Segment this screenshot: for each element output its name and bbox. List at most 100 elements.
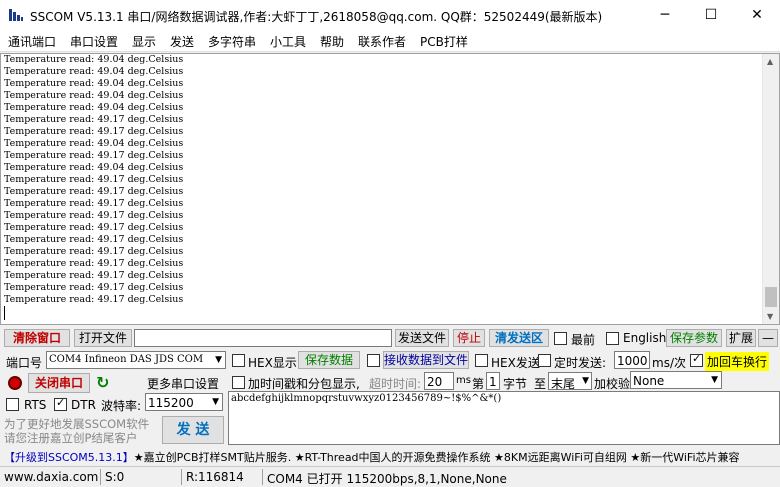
byte-unit: 字节 (503, 377, 528, 391)
clear-window-button[interactable]: 清除窗口 (4, 329, 70, 347)
add-crlf-checkbox[interactable] (690, 352, 703, 367)
collapse-button[interactable]: — (758, 329, 778, 347)
tail-select[interactable]: 末尾 ▼ (548, 372, 592, 391)
port-select[interactable]: COM4 Infineon DAS JDS COM ▼ (46, 351, 226, 369)
byte-index-input[interactable]: 1 (486, 372, 500, 390)
baud-label: 波特率: (101, 399, 142, 413)
receive-output[interactable]: Temperature read: 49.04 deg.Celsius Tempe… (0, 53, 780, 325)
expand-button[interactable]: 扩展 (726, 329, 756, 347)
timed-send-label: 定时发送: (554, 356, 607, 370)
window-title: SSCOM V5.13.1 串口/网络数据调试器,作者:大虾丁丁,2618058… (30, 10, 603, 24)
recv-to-file-button[interactable]: 接收数据到文件 (383, 351, 469, 369)
promo-line-2: 请您注册嘉立创P结尾客户 (4, 431, 138, 445)
maximize-button[interactable]: ☐ (688, 0, 734, 30)
log-line: Temperature read: 49.17 deg.Celsius (4, 198, 184, 209)
app-icon (9, 9, 23, 21)
status-bar: www.daxia.com S:0 R:116814 COM4 已打开 1152… (0, 466, 780, 487)
log-line: Temperature read: 49.17 deg.Celsius (4, 246, 184, 257)
chevron-down-icon[interactable]: ▼ (215, 355, 222, 365)
open-file-button[interactable]: 打开文件 (74, 329, 132, 347)
log-line: Temperature read: 49.04 deg.Celsius (4, 90, 184, 101)
dtr-checkbox[interactable] (54, 396, 67, 411)
close-port-button[interactable]: 关闭串口 (28, 373, 90, 393)
english-label: English (623, 331, 667, 345)
menu-contact-author[interactable]: 联系作者 (358, 33, 406, 50)
menu-tools[interactable]: 小工具 (270, 33, 306, 50)
save-data-button[interactable]: 保存数据 (298, 351, 360, 369)
timestamp-checkbox[interactable] (232, 376, 245, 389)
log-line: Temperature read: 49.17 deg.Celsius (4, 174, 184, 185)
more-settings-link[interactable]: 更多串口设置 (147, 375, 219, 392)
menu-serial-settings[interactable]: 串口设置 (70, 33, 118, 50)
nth-label: 第 (472, 377, 485, 391)
log-line: Temperature read: 49.04 deg.Celsius (4, 54, 184, 65)
scroll-thumb[interactable] (765, 287, 777, 307)
timeout-value: 20 (427, 375, 443, 389)
refresh-icon[interactable]: ↻ (96, 373, 109, 392)
send-text-value: abcdefghijklmnopqrstuvwxyz0123456789~!$%… (231, 393, 502, 404)
rts-checkbox[interactable] (6, 398, 19, 411)
baud-select[interactable]: 115200 ▼ (145, 393, 223, 411)
send-file-button[interactable]: 发送文件 (395, 329, 449, 347)
ticker-text[interactable]: 【升级到SSCOM5.13.1】★嘉立创PCB打样SMT贴片服务. ★RT-Th… (4, 449, 740, 465)
port-label: 端口号 (6, 356, 43, 370)
output-scrollbar[interactable]: ▲ ▼ (762, 54, 779, 324)
chevron-down-icon[interactable]: ▼ (212, 397, 219, 407)
stop-button[interactable]: 停止 (453, 329, 485, 347)
baud-select-value: 115200 (148, 396, 194, 410)
file-path-input[interactable] (134, 329, 392, 347)
save-params-button[interactable]: 保存参数 (666, 329, 722, 347)
menu-display[interactable]: 显示 (132, 33, 156, 50)
add-crlf-label[interactable]: 加回车换行 (705, 352, 770, 371)
log-line: Temperature read: 49.17 deg.Celsius (4, 150, 184, 161)
timed-send-checkbox[interactable] (538, 354, 551, 367)
recv-to-file-checkbox[interactable] (367, 354, 380, 367)
send-text-input[interactable]: abcdefghijklmnopqrstuvwxyz0123456789~!$%… (228, 391, 780, 445)
log-line: Temperature read: 49.17 deg.Celsius (4, 270, 184, 281)
ticker-rest: ★嘉立创PCB打样SMT贴片服务. ★RT-Thread中国人的开源免费操作系统… (133, 451, 740, 464)
log-line: Temperature read: 49.17 deg.Celsius (4, 114, 184, 125)
interval-input[interactable]: 1000 (614, 351, 650, 369)
port-select-value: COM4 Infineon DAS JDS COM (49, 354, 204, 365)
log-line: Temperature read: 49.17 deg.Celsius (4, 222, 184, 233)
hex-send-checkbox[interactable] (475, 354, 488, 367)
menu-comm-port[interactable]: 通讯端口 (8, 33, 56, 50)
website-link[interactable]: www.daxia.com (4, 470, 98, 484)
status-separator (181, 469, 182, 485)
log-line: Temperature read: 49.17 deg.Celsius (4, 210, 184, 221)
interval-value: 1000 (617, 354, 648, 368)
sent-count: S:0 (105, 470, 125, 484)
menu-pcb[interactable]: PCB打样 (420, 33, 468, 50)
clear-send-button[interactable]: 清发送区 (489, 329, 549, 347)
menu-multi-string[interactable]: 多字符串 (208, 33, 256, 50)
english-checkbox[interactable] (606, 332, 619, 345)
checksum-select[interactable]: None ▼ (630, 371, 722, 389)
menu-help[interactable]: 帮助 (320, 33, 344, 50)
timeout-label: 超时时间: (369, 377, 422, 391)
byte-index-value: 1 (489, 375, 497, 389)
topmost-checkbox[interactable] (554, 332, 567, 345)
tail-select-value: 末尾 (551, 377, 576, 391)
menu-send[interactable]: 发送 (170, 33, 194, 50)
timeout-unit: ms (456, 375, 471, 386)
checksum-select-value: None (633, 374, 665, 388)
chevron-down-icon[interactable]: ▼ (582, 376, 589, 386)
menu-bar: 通讯端口 串口设置 显示 发送 多字符串 小工具 帮助 联系作者 PCB打样 (0, 30, 780, 52)
minimize-button[interactable]: ─ (642, 0, 688, 30)
status-separator (262, 469, 263, 485)
ad-ticker: 【升级到SSCOM5.13.1】★嘉立创PCB打样SMT贴片服务. ★RT-Th… (0, 446, 780, 466)
timeout-input[interactable]: 20 (424, 372, 454, 390)
close-button[interactable]: ✕ (734, 0, 780, 30)
log-line: Temperature read: 49.17 deg.Celsius (4, 186, 184, 197)
log-line: Temperature read: 49.17 deg.Celsius (4, 234, 184, 245)
send-button[interactable]: 发 送 (162, 416, 224, 444)
upgrade-link[interactable]: 【升级到SSCOM5.13.1】 (4, 451, 134, 464)
hex-display-checkbox[interactable] (232, 354, 245, 367)
scroll-down-icon[interactable]: ▼ (767, 312, 773, 321)
hex-send-label: HEX发送 (491, 356, 540, 370)
scroll-up-icon[interactable]: ▲ (767, 57, 773, 66)
recv-count: R:116814 (186, 470, 244, 484)
timestamp-label: 加时间戳和分包显示, (248, 377, 360, 391)
chevron-down-icon[interactable]: ▼ (711, 375, 718, 385)
log-line: Temperature read: 49.17 deg.Celsius (4, 258, 184, 269)
